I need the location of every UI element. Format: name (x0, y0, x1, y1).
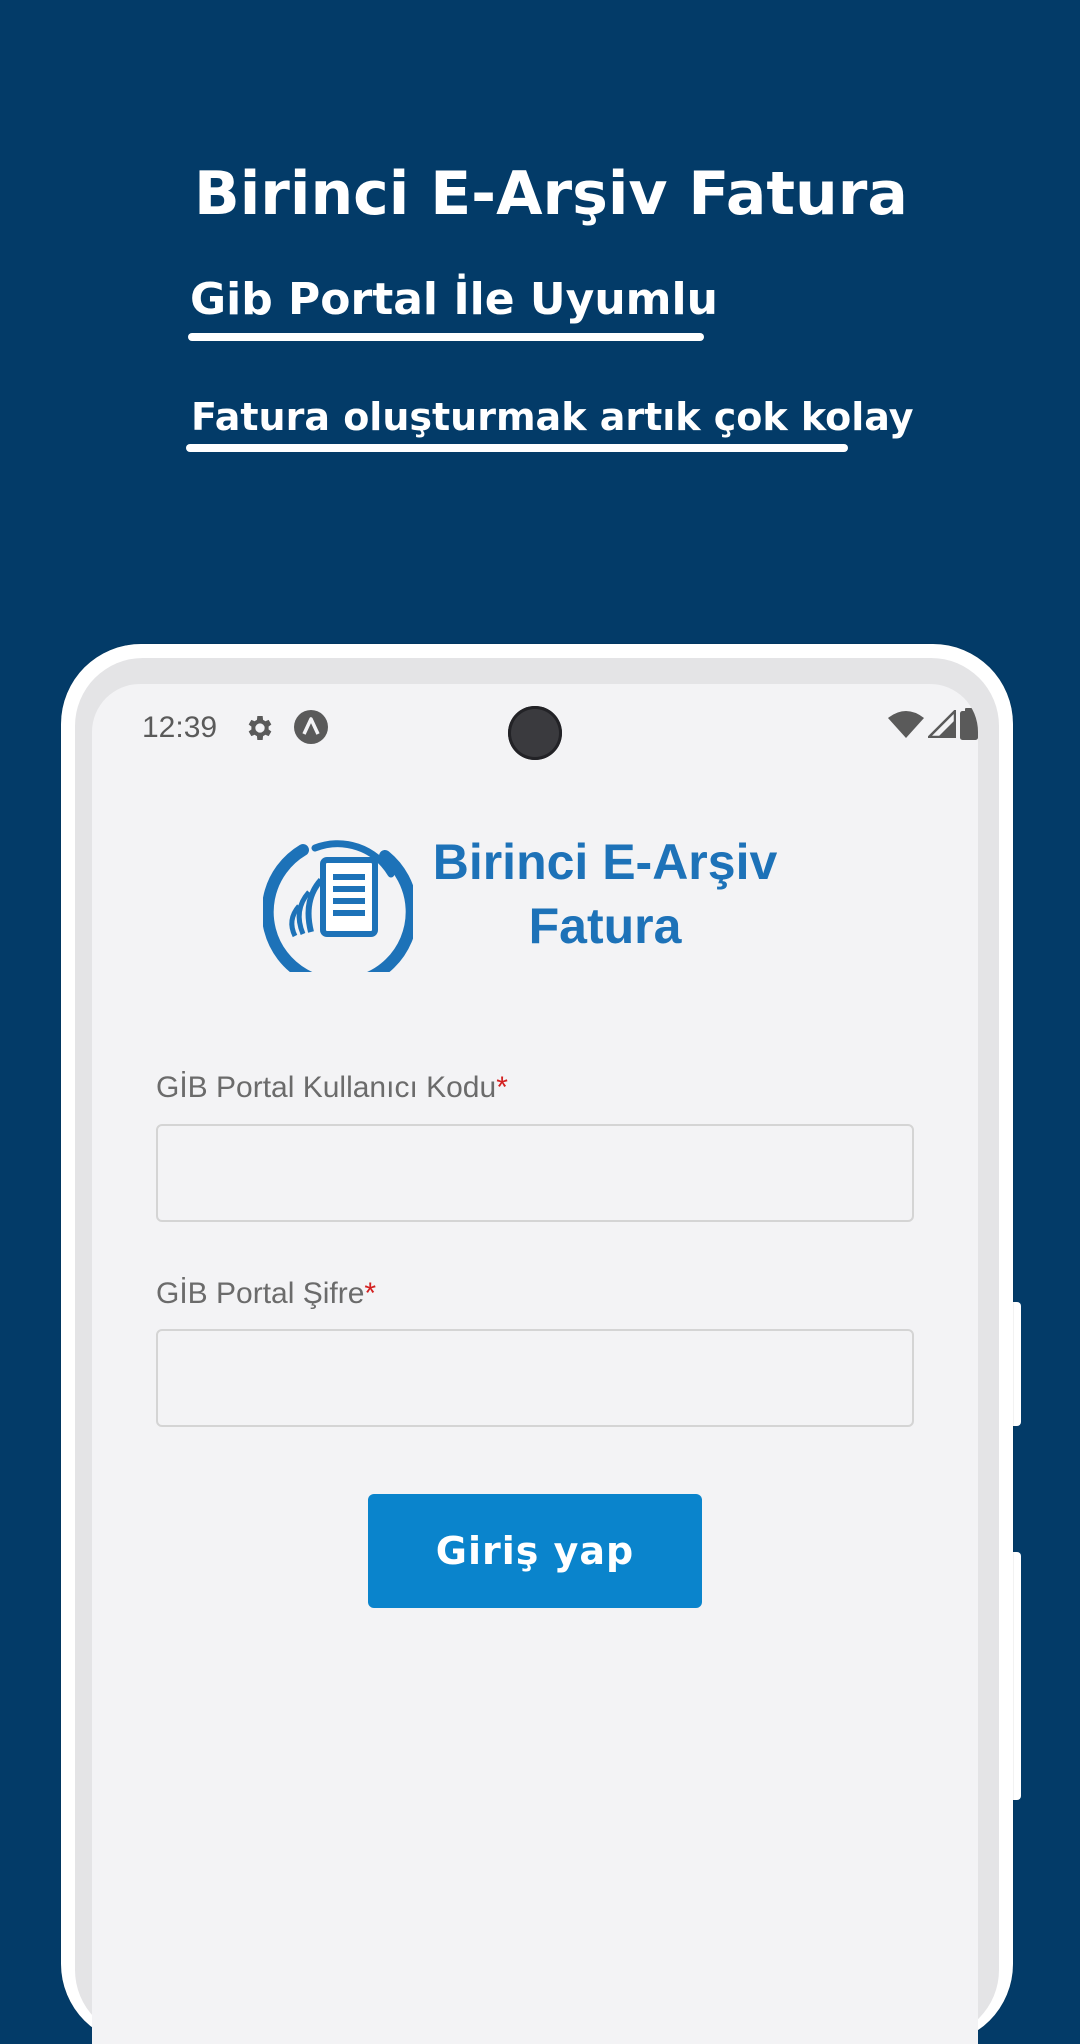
password-input[interactable] (156, 1329, 914, 1427)
password-label-text: GİB Portal Şifre (156, 1277, 365, 1310)
logo-line-1: Birinci E-Arşiv (432, 834, 778, 890)
subtitle-underline (188, 333, 704, 341)
username-label-text: GİB Portal Kullanıcı Kodu (156, 1071, 497, 1104)
password-label: GİB Portal Şifre* (156, 1276, 376, 1312)
signal-icon (928, 710, 956, 738)
logo-line-2: Fatura (528, 898, 682, 954)
required-mark: * (496, 1071, 508, 1104)
status-time: 12:39 (142, 711, 218, 744)
subtitle-underline (186, 444, 848, 452)
phone-volume-button (1013, 1302, 1021, 1426)
front-camera (508, 706, 562, 760)
phone-power-button (1013, 1552, 1021, 1800)
battery-icon (960, 708, 978, 740)
logo-wordmark: Birinci E-Arşiv Fatura (395, 830, 815, 958)
username-label: GİB Portal Kullanıcı Kodu* (156, 1070, 508, 1106)
promo-subtitle-easy: Fatura oluşturmak artık çok kolay (191, 395, 914, 439)
phone-mockup: 12:39 Birinci E-Arşiv Fatura GİB Portal … (61, 644, 1013, 2044)
phone-screen: 12:39 Birinci E-Arşiv Fatura GİB Portal … (92, 684, 978, 2044)
a-badge-icon (294, 710, 328, 744)
wifi-icon (888, 711, 924, 738)
promo-title: Birinci E-Arşiv Fatura (194, 159, 908, 229)
gear-icon (248, 716, 272, 740)
invoice-logo-icon (263, 840, 413, 972)
login-button[interactable]: Giriş yap (368, 1494, 702, 1608)
app-logo: Birinci E-Arşiv Fatura (263, 822, 823, 982)
required-mark: * (364, 1277, 377, 1310)
username-input[interactable] (156, 1124, 914, 1222)
promo-subtitle-gib: Gib Portal İle Uyumlu (190, 274, 718, 325)
